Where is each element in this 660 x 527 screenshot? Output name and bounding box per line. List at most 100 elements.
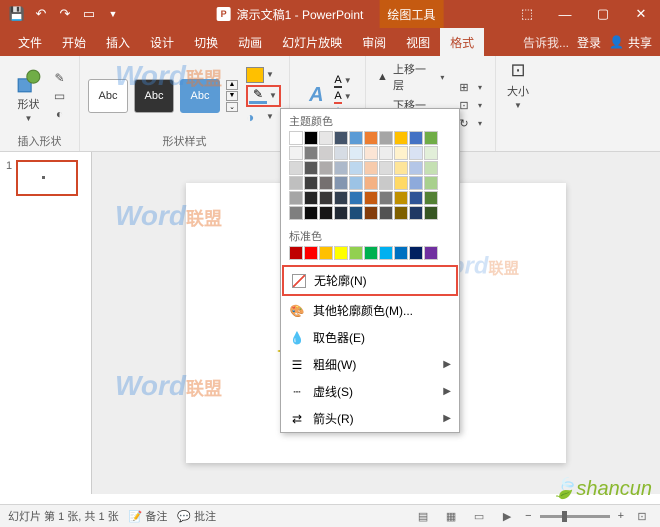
align-button[interactable]: ⊞▾ [455,79,487,95]
color-swatch[interactable] [304,191,318,205]
color-swatch[interactable] [289,206,303,220]
qat-more-button[interactable]: ▼ [102,3,124,25]
zoom-out-button[interactable]: − [525,510,531,522]
color-swatch[interactable] [424,131,438,145]
tab-insert[interactable]: 插入 [96,28,140,56]
text-outline-button[interactable]: A▼ [334,90,352,104]
color-swatch[interactable] [424,161,438,175]
color-swatch[interactable] [424,191,438,205]
color-swatch[interactable] [424,206,438,220]
color-swatch[interactable] [424,176,438,190]
zoom-slider[interactable] [540,515,610,518]
tab-transitions[interactable]: 切换 [184,28,228,56]
maximize-button[interactable]: ▢ [584,0,622,28]
bring-forward-button[interactable]: ▲上移一层▾ [374,60,449,94]
zoom-slider-thumb[interactable] [562,511,567,522]
merge-shapes-button[interactable]: ◐ [52,106,68,122]
color-swatch[interactable] [409,246,423,260]
tab-slideshow[interactable]: 幻灯片放映 [272,28,352,56]
color-swatch[interactable] [349,206,363,220]
color-swatch[interactable] [319,176,333,190]
color-swatch[interactable] [364,131,378,145]
redo-button[interactable]: ↷ [54,3,76,25]
arrows-item[interactable]: ⇄ 箭头(R) ▶ [281,405,459,432]
color-swatch[interactable] [349,131,363,145]
color-swatch[interactable] [304,131,318,145]
close-button[interactable]: ✕ [622,0,660,28]
color-swatch[interactable] [424,246,438,260]
color-swatch[interactable] [379,161,393,175]
color-swatch[interactable] [409,206,423,220]
fit-to-window-button[interactable]: ⊡ [632,508,652,524]
start-from-beginning-button[interactable]: ▭ [78,3,100,25]
no-outline-item[interactable]: 无轮廓(N) [282,265,458,296]
notes-button[interactable]: 📝 备注 [129,508,168,524]
tab-review[interactable]: 审阅 [352,28,396,56]
color-swatch[interactable] [409,191,423,205]
color-swatch[interactable] [409,146,423,160]
undo-button[interactable]: ↶ [30,3,52,25]
shape-style-gallery[interactable]: Abc Abc Abc ▲▼⌄ [88,79,238,113]
color-swatch[interactable] [394,206,408,220]
style-preset-2[interactable]: Abc [134,79,174,113]
edit-shape-button[interactable]: ✎ [52,70,68,86]
save-button[interactable]: 💾 [6,3,28,25]
color-swatch[interactable] [319,246,333,260]
weight-item[interactable]: ☰ 粗细(W) ▶ [281,351,459,378]
color-swatch[interactable] [319,131,333,145]
more-colors-item[interactable]: 🎨 其他轮廓颜色(M)... [281,297,459,324]
tab-file[interactable]: 文件 [8,28,52,56]
color-swatch[interactable] [364,206,378,220]
tell-me-button[interactable]: 告诉我... [523,34,569,51]
ribbon-display-options-button[interactable]: ⬚ [508,0,546,28]
slide-thumbnail-panel[interactable]: 1 [0,152,92,494]
color-swatch[interactable] [289,176,303,190]
share-button[interactable]: 👤 共享 [609,34,652,51]
color-swatch[interactable] [379,146,393,160]
color-swatch[interactable] [334,146,348,160]
color-swatch[interactable] [394,161,408,175]
color-swatch[interactable] [364,146,378,160]
color-swatch[interactable] [379,206,393,220]
color-swatch[interactable] [364,176,378,190]
color-swatch[interactable] [334,131,348,145]
color-swatch[interactable] [409,131,423,145]
color-swatch[interactable] [289,191,303,205]
wordart-style-button[interactable]: A [302,82,330,110]
shape-fill-button[interactable]: ▼ [246,67,281,83]
normal-view-button[interactable]: ▤ [413,508,433,524]
color-swatch[interactable] [289,161,303,175]
color-swatch[interactable] [304,146,318,160]
dashes-item[interactable]: ┄ 虚线(S) ▶ [281,378,459,405]
color-swatch[interactable] [304,161,318,175]
text-box-button[interactable]: ▭ [52,88,68,104]
tab-view[interactable]: 视图 [396,28,440,56]
eyedropper-item[interactable]: 💧 取色器(E) [281,324,459,351]
color-swatch[interactable] [394,146,408,160]
shape-outline-button[interactable]: ✎ ▼ [246,85,281,107]
color-swatch[interactable] [394,246,408,260]
color-swatch[interactable] [379,191,393,205]
color-swatch[interactable] [349,176,363,190]
tab-home[interactable]: 开始 [52,28,96,56]
zoom-in-button[interactable]: + [618,510,624,522]
color-swatch[interactable] [349,161,363,175]
color-swatch[interactable] [364,191,378,205]
tab-format[interactable]: 格式 [440,28,484,56]
color-swatch[interactable] [334,246,348,260]
color-swatch[interactable] [394,191,408,205]
color-swatch[interactable] [349,191,363,205]
signin-button[interactable]: 登录 [577,34,601,51]
color-swatch[interactable] [319,161,333,175]
color-swatch[interactable] [304,176,318,190]
sorter-view-button[interactable]: ▦ [441,508,461,524]
color-swatch[interactable] [379,176,393,190]
color-swatch[interactable] [289,246,303,260]
color-swatch[interactable] [379,131,393,145]
color-swatch[interactable] [334,161,348,175]
style-preset-1[interactable]: Abc [88,79,128,113]
color-swatch[interactable] [304,246,318,260]
color-swatch[interactable] [364,246,378,260]
color-swatch[interactable] [334,176,348,190]
color-swatch[interactable] [319,146,333,160]
